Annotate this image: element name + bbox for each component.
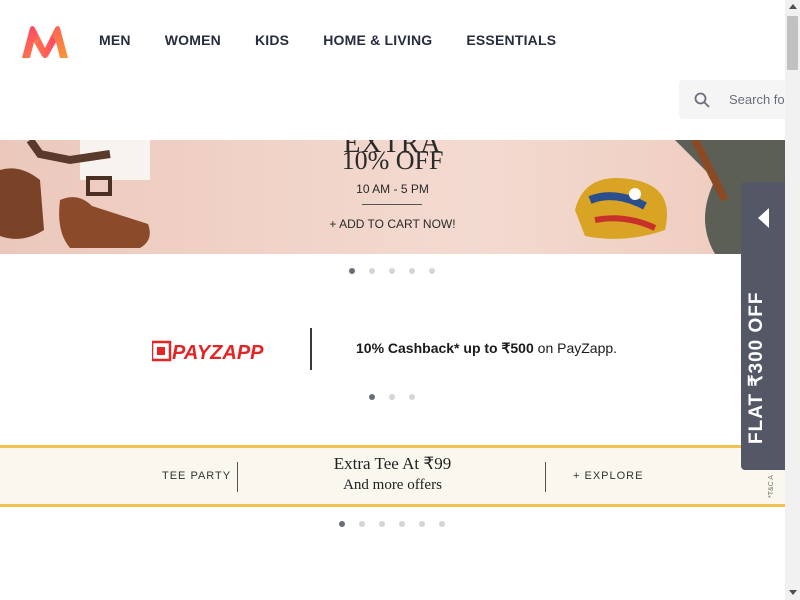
tee-terms: *T&C A <box>768 475 775 498</box>
tee-explore-link[interactable]: + EXPLORE <box>573 470 643 482</box>
carousel-dot[interactable] <box>339 521 345 527</box>
hero-divider <box>362 204 422 205</box>
carousel-dot[interactable] <box>379 521 385 527</box>
scroll-up-icon[interactable] <box>789 4 797 9</box>
hero-carousel-dots <box>349 268 435 274</box>
hero-line-cta: + ADD TO CART NOW! <box>329 217 456 231</box>
flat-offer-tab[interactable]: FLAT ₹300 OFF <box>741 182 785 470</box>
nav-home-living[interactable]: HOME & LIVING <box>323 32 432 48</box>
myntra-logo[interactable] <box>20 24 70 60</box>
tee-separator <box>237 462 238 492</box>
page-scrollbar[interactable] <box>785 0 800 600</box>
carousel-dot[interactable] <box>389 394 395 400</box>
payzapp-offer-rest: on PayZapp. <box>533 340 618 356</box>
payzapp-offer-bold: 10% Cashback* up to ₹500 <box>356 340 534 356</box>
search-icon[interactable] <box>693 91 711 109</box>
carousel-dot[interactable] <box>369 394 375 400</box>
carousel-dot[interactable] <box>419 521 425 527</box>
search-input[interactable] <box>729 80 785 119</box>
payzapp-banner[interactable]: PAYZAPP 10% Cashback* up to ₹500 on PayZ… <box>0 310 785 386</box>
hero-banner[interactable]: EXTRA 10% OFF 10 AM - 5 PM + ADD TO CART… <box>0 140 785 254</box>
tee-title: Extra Tee At ₹99 <box>333 454 452 473</box>
tee-party-banner[interactable]: TEE PARTY Extra Tee At ₹99 And more offe… <box>0 445 785 507</box>
caret-left-icon[interactable] <box>758 208 769 228</box>
payzapp-carousel-dots <box>369 394 415 400</box>
tee-carousel-dots <box>339 521 445 527</box>
scroll-down-icon[interactable] <box>789 590 797 595</box>
nav-essentials[interactable]: ESSENTIALS <box>466 32 556 48</box>
carousel-dot[interactable] <box>409 394 415 400</box>
payzapp-logo: PAYZAPP <box>152 340 264 364</box>
scroll-thumb[interactable] <box>787 16 798 70</box>
header: MEN WOMEN KIDS HOME & LIVING ESSENTIALS <box>0 0 785 140</box>
carousel-dot[interactable] <box>439 521 445 527</box>
payzapp-separator <box>310 328 312 370</box>
nav-women[interactable]: WOMEN <box>165 32 221 48</box>
carousel-dot[interactable] <box>409 268 415 274</box>
carousel-dot[interactable] <box>359 521 365 527</box>
carousel-dot[interactable] <box>369 268 375 274</box>
tee-separator <box>545 462 546 492</box>
tee-subtitle: And more offers <box>343 477 442 493</box>
carousel-dot[interactable] <box>429 268 435 274</box>
nav-men[interactable]: MEN <box>99 32 131 48</box>
hero-line-time: 10 AM - 5 PM <box>356 182 429 196</box>
main-nav: MEN WOMEN KIDS HOME & LIVING ESSENTIALS <box>99 32 590 48</box>
hero-line-discount: 10% OFF <box>341 146 444 175</box>
tee-party-label: TEE PARTY <box>162 470 232 482</box>
carousel-dot[interactable] <box>399 521 405 527</box>
payzapp-logo-text: PAYZAPP <box>172 342 264 364</box>
carousel-dot[interactable] <box>389 268 395 274</box>
nav-kids[interactable]: KIDS <box>255 32 289 48</box>
flat-offer-text: FLAT ₹300 OFF <box>746 291 767 444</box>
payzapp-offer: 10% Cashback* up to ₹500 on PayZapp. <box>356 340 617 357</box>
search-bar[interactable] <box>679 80 785 119</box>
carousel-dot[interactable] <box>349 268 355 274</box>
